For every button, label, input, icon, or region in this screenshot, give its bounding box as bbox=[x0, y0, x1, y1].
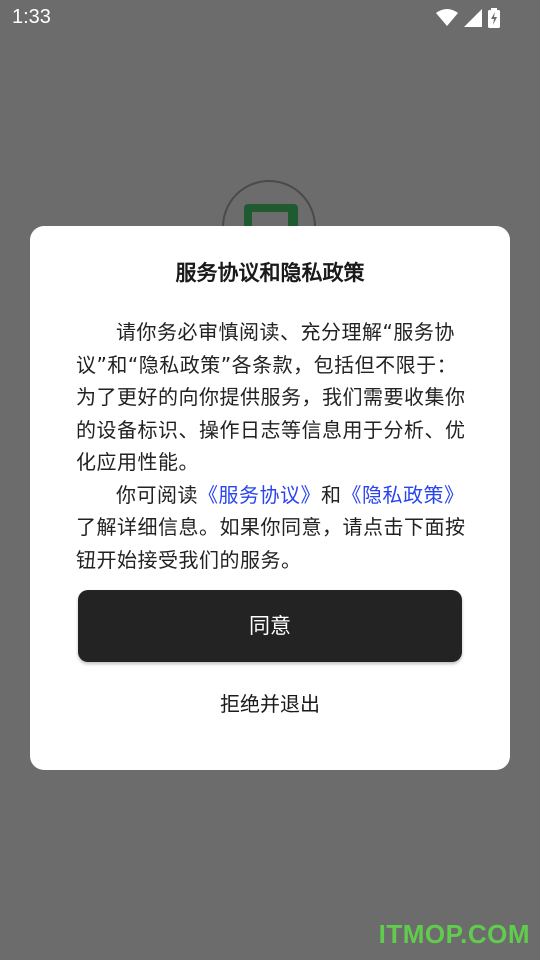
watermark: ITMOP.COM bbox=[378, 919, 530, 949]
privacy-policy-link[interactable]: 《隐私政策》 bbox=[342, 483, 465, 507]
reject-exit-button[interactable]: 拒绝并退出 bbox=[170, 684, 370, 724]
battery-charging-icon bbox=[488, 8, 500, 28]
status-bar: 1:33 bbox=[0, 0, 540, 36]
dialog-paragraph-1: 请你务必审慎阅读、充分理解“服务协议”和“隐私政策”各条款，包括但不限于：为了更… bbox=[76, 320, 466, 474]
paragraph-2-prefix: 你可阅读 bbox=[116, 482, 198, 507]
dialog-title: 服务协议和隐私政策 bbox=[175, 261, 365, 285]
dialog-body: 请你务必审慎阅读、充分理解“服务协议”和“隐私政策”各条款，包括但不限于：为了更… bbox=[76, 316, 468, 576]
screen: 1:33 服务协议和隐私政策 请你务必审慎阅读、充分理解“服务协议”和“隐私政策… bbox=[0, 0, 540, 960]
paragraph-2-and: 和 bbox=[321, 482, 342, 507]
agree-button[interactable]: 同意 bbox=[78, 590, 462, 662]
status-icons bbox=[436, 7, 500, 29]
service-agreement-link[interactable]: 《服务协议》 bbox=[198, 483, 321, 507]
wifi-icon bbox=[436, 9, 458, 27]
status-time: 1:33 bbox=[12, 6, 51, 28]
privacy-dialog: 服务协议和隐私政策 请你务必审慎阅读、充分理解“服务协议”和“隐私政策”各条款，… bbox=[30, 226, 510, 770]
dialog-paragraph-2: 你可阅读《服务协议》和《隐私政策》了解详细信息。如果你同意，请点击下面按钮开始接… bbox=[76, 479, 468, 577]
cell-signal-icon bbox=[464, 9, 482, 27]
paragraph-2-suffix: 了解详细信息。如果你同意，请点击下面按钮开始接受我们的服务。 bbox=[76, 515, 466, 572]
